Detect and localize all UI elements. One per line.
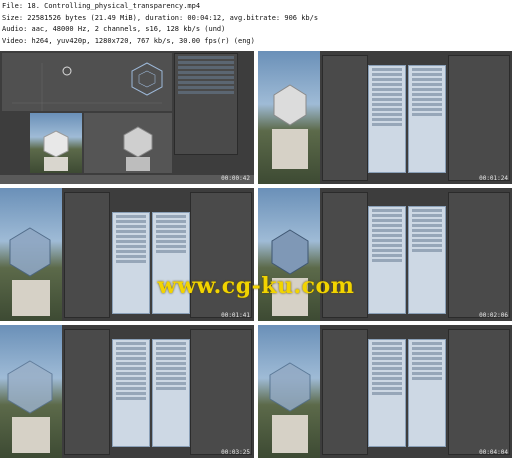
thumbnail-2[interactable]: 00:01:24 (258, 51, 512, 184)
thumbnail-4[interactable]: 00:02:06 (258, 188, 512, 321)
render-preview (258, 188, 320, 321)
scene-panel (322, 55, 368, 181)
render-preview (0, 188, 62, 321)
material-editor-panel (174, 53, 238, 155)
thumbnail-3[interactable]: 00:01:41 (0, 188, 254, 321)
map-browser-list-2 (152, 339, 190, 447)
thumbnail-6[interactable]: 00:04:04 (258, 325, 512, 458)
map-browser-list (112, 339, 150, 447)
watermark: www.cg-ku.com (157, 273, 355, 299)
render-preview (258, 51, 320, 184)
properties-panel (190, 329, 252, 455)
timestamp: 00:01:24 (479, 175, 508, 182)
map-browser-list-2 (408, 65, 446, 173)
viewport-top (2, 53, 172, 111)
timestamp: 00:04:04 (479, 449, 508, 456)
properties-panel (448, 55, 510, 181)
properties-panel (448, 329, 510, 455)
render-preview (30, 113, 82, 173)
properties-panel (190, 192, 252, 318)
timestamp: 00:01:41 (221, 312, 250, 319)
timestamp: 00:02:06 (479, 312, 508, 319)
scene-panel (64, 192, 110, 318)
timestamp: 00:00:42 (221, 175, 250, 182)
scene-panel (322, 192, 368, 318)
render-preview (258, 325, 320, 458)
map-browser-list (368, 339, 406, 447)
scene-panel (64, 329, 110, 455)
scene-panel (322, 329, 368, 455)
file-name-line: File: 18. Controlling_physical_transpare… (2, 2, 201, 10)
viewport-perspective (84, 113, 172, 173)
size-line: Size: 22581526 bytes (21.49 MiB), durati… (2, 13, 319, 22)
render-preview (0, 325, 62, 458)
file-info-header: File: 18. Controlling_physical_transpare… (2, 1, 510, 49)
properties-panel (448, 192, 510, 318)
timestamp: 00:03:25 (221, 449, 250, 456)
video-line: Video: h264, yuv420p, 1280x720, 767 kb/s… (2, 36, 255, 45)
audio-line: Audio: aac, 48000 Hz, 2 channels, s16, 1… (2, 25, 226, 33)
wireframe-icon (12, 62, 163, 111)
timeline-bar (0, 175, 254, 184)
map-browser-list (368, 65, 406, 173)
thumbnail-1[interactable]: 00:00:42 (0, 51, 254, 184)
thumbnail-5[interactable]: 00:03:25 (0, 325, 254, 458)
map-browser-list-2 (408, 339, 446, 447)
thumbnail-grid: 00:00:42 00:01:24 00:01:41 00:02:06 00:0… (0, 51, 512, 472)
